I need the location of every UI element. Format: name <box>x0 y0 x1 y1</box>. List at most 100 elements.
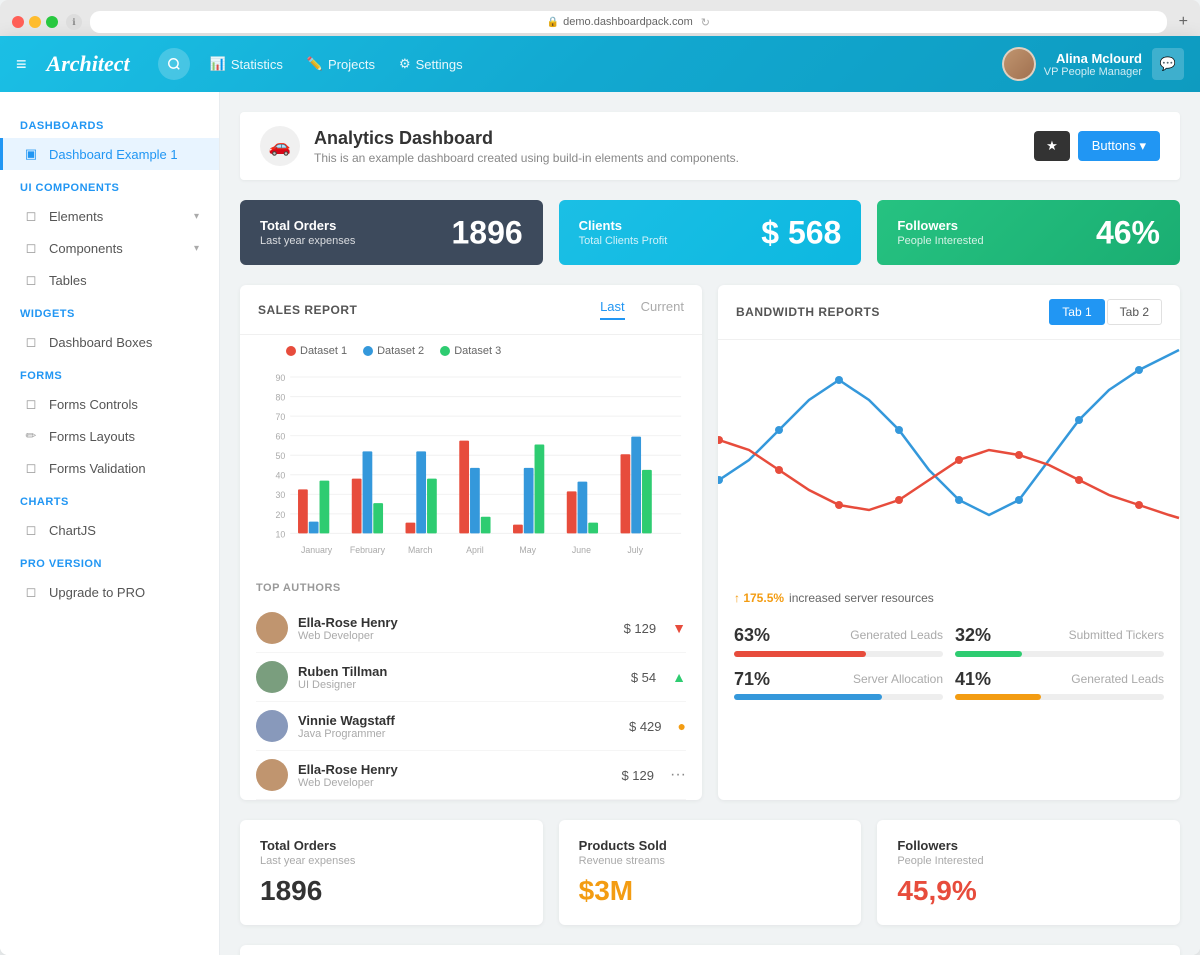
summary-card-1: Products Sold Revenue streams $3M <box>559 820 862 925</box>
stats-row: Total Orders Last year expenses 1896 Cli… <box>240 200 1180 265</box>
summary-title-2: Followers <box>897 838 1160 853</box>
browser-dots <box>12 16 58 28</box>
progress-header-3: 41% Generated Leads <box>955 669 1164 691</box>
bandwidth-tab-2[interactable]: Tab 2 <box>1107 299 1162 325</box>
progress-pct-1: 32% <box>955 625 991 647</box>
author-role-3: Web Developer <box>298 777 611 789</box>
sidebar-item-components[interactable]: ◻ Components ▾ <box>0 232 219 264</box>
progress-bg-3 <box>955 694 1164 700</box>
progress-pct-2: 71% <box>734 669 770 691</box>
sidebar-item-upgrade-label: Upgrade to PRO <box>49 585 145 600</box>
progress-bg-2 <box>734 694 943 700</box>
statistics-icon: 📊 <box>210 56 226 72</box>
legend-dot-red <box>286 346 296 356</box>
svg-text:40: 40 <box>276 471 286 481</box>
progress-header-1: 32% Submitted Tickers <box>955 625 1164 647</box>
progress-item-0: 63% Generated Leads <box>734 625 943 657</box>
sidebar-item-forms-layouts-label: Forms Layouts <box>49 429 135 444</box>
author-amount-0: $ 129 <box>624 621 657 636</box>
sidebar-section-forms: FORMS <box>0 358 219 388</box>
svg-text:February: February <box>350 545 386 555</box>
chart-legend: Dataset 1 Dataset 2 Dataset 3 <box>256 345 686 357</box>
stat-card-value-2: 46% <box>1096 214 1160 251</box>
dashboard-icon: ▣ <box>23 146 39 162</box>
sidebar-item-tables[interactable]: ◻ Tables <box>0 264 219 296</box>
progress-label-1: Submitted Tickers <box>1069 625 1164 647</box>
author-avatar-2 <box>256 710 288 742</box>
progress-label-0: Generated Leads <box>850 625 943 647</box>
sidebar-item-forms-validation[interactable]: ◻ Forms Validation <box>0 452 219 484</box>
svg-text:30: 30 <box>276 490 286 500</box>
search-button[interactable] <box>158 48 190 80</box>
sidebar-item-dashboard-example[interactable]: ▣ Dashboard Example 1 <box>0 138 219 170</box>
author-row-3: Ella-Rose Henry Web Developer $ 129 ··· <box>256 751 686 800</box>
hamburger-icon[interactable]: ≡ <box>16 54 27 75</box>
svg-text:June: June <box>572 545 591 555</box>
sidebar-item-elements[interactable]: ◻ Elements ▾ <box>0 200 219 232</box>
sidebar-item-dashboard-boxes[interactable]: ◻ Dashboard Boxes <box>0 326 219 358</box>
username: Alina Mclourd <box>1044 51 1142 66</box>
refresh-icon[interactable]: ↻ <box>701 16 710 29</box>
author-indicator-0: ▼ <box>672 620 686 636</box>
sidebar-item-tables-label: Tables <box>49 273 87 288</box>
svg-text:May: May <box>519 545 536 555</box>
sales-tab-current[interactable]: Current <box>641 299 684 320</box>
address-bar[interactable]: 🔒 demo.dashboardpack.com ↻ <box>90 11 1167 33</box>
avatar <box>1002 47 1036 81</box>
page-header-icon: 🚗 <box>260 126 300 166</box>
svg-text:March: March <box>408 545 433 555</box>
user-section: Alina Mclourd VP People Manager <box>1002 47 1142 81</box>
legend-dot-green <box>440 346 450 356</box>
chevron-icon: ▾ <box>194 211 199 222</box>
forms-controls-icon: ◻ <box>23 396 39 412</box>
svg-text:January: January <box>301 545 333 555</box>
progress-pct-3: 41% <box>955 669 991 691</box>
bandwidth-title: BANDWIDTH REPORTS <box>736 305 880 319</box>
sidebar-item-chartjs[interactable]: ◻ ChartJS <box>0 514 219 546</box>
author-avatar-0 <box>256 612 288 644</box>
sidebar-item-forms-validation-label: Forms Validation <box>49 461 146 476</box>
svg-text:10: 10 <box>276 529 286 539</box>
summary-card-2: Followers People Interested 45,9% <box>877 820 1180 925</box>
sidebar-item-forms-controls[interactable]: ◻ Forms Controls <box>0 388 219 420</box>
page-header-actions: ★ Buttons ▾ <box>1034 131 1160 161</box>
progress-fill-2 <box>734 694 882 700</box>
author-indicator-2: ● <box>678 718 686 734</box>
sidebar-item-upgrade[interactable]: ◻ Upgrade to PRO <box>0 576 219 608</box>
svg-text:90: 90 <box>276 373 286 383</box>
sales-report-card: SALES REPORT Last Current Dataset 1 <box>240 285 702 800</box>
svg-text:April: April <box>466 545 484 555</box>
nav-projects[interactable]: ✏️ Projects <box>307 56 375 72</box>
summary-value-2: 45,9% <box>897 875 1160 907</box>
author-indicator-3: ··· <box>670 766 686 784</box>
dot-minimize[interactable] <box>29 16 41 28</box>
sales-tab-last[interactable]: Last <box>600 299 625 320</box>
svg-text:70: 70 <box>276 412 286 422</box>
summary-row: Total Orders Last year expenses 1896 Pro… <box>240 820 1180 925</box>
buttons-button[interactable]: Buttons ▾ <box>1078 131 1160 161</box>
new-tab-button[interactable]: + <box>1179 13 1188 31</box>
sidebar-item-boxes-label: Dashboard Boxes <box>49 335 152 350</box>
nav-statistics[interactable]: 📊 Statistics <box>210 56 283 72</box>
author-name-0: Ella-Rose Henry <box>298 615 614 630</box>
sidebar-section-charts: CHARTS <box>0 484 219 514</box>
author-info-3: Ella-Rose Henry Web Developer <box>298 762 611 789</box>
dot-close[interactable] <box>12 16 24 28</box>
main-content: 🚗 Analytics Dashboard This is an example… <box>220 92 1200 955</box>
bandwidth-reports-card: BANDWIDTH REPORTS Tab 1 Tab 2 <box>718 285 1180 800</box>
sidebar-item-forms-layouts[interactable]: ✏ Forms Layouts <box>0 420 219 452</box>
nav-settings[interactable]: ⚙ Settings <box>399 56 463 72</box>
sales-tabs: Last Current <box>600 299 684 320</box>
sidebar-section-widgets: WIDGETS <box>0 296 219 326</box>
author-name-3: Ella-Rose Henry <box>298 762 611 777</box>
bandwidth-tab-1[interactable]: Tab 1 <box>1049 299 1104 325</box>
sales-report-body: Dataset 1 Dataset 2 Dataset 3 <box>240 335 702 568</box>
star-button[interactable]: ★ <box>1034 131 1070 161</box>
summary-title-0: Total Orders <box>260 838 523 853</box>
bar-chart: 90 80 70 60 50 40 30 20 10 <box>256 365 686 565</box>
top-authors-title: TOP AUTHORS <box>256 582 686 594</box>
sidebar-item-dashboard-label: Dashboard Example 1 <box>49 147 178 162</box>
dot-maximize[interactable] <box>46 16 58 28</box>
page-subtitle: This is an example dashboard created usi… <box>314 151 739 165</box>
notifications-button[interactable]: 💬 <box>1152 48 1184 80</box>
